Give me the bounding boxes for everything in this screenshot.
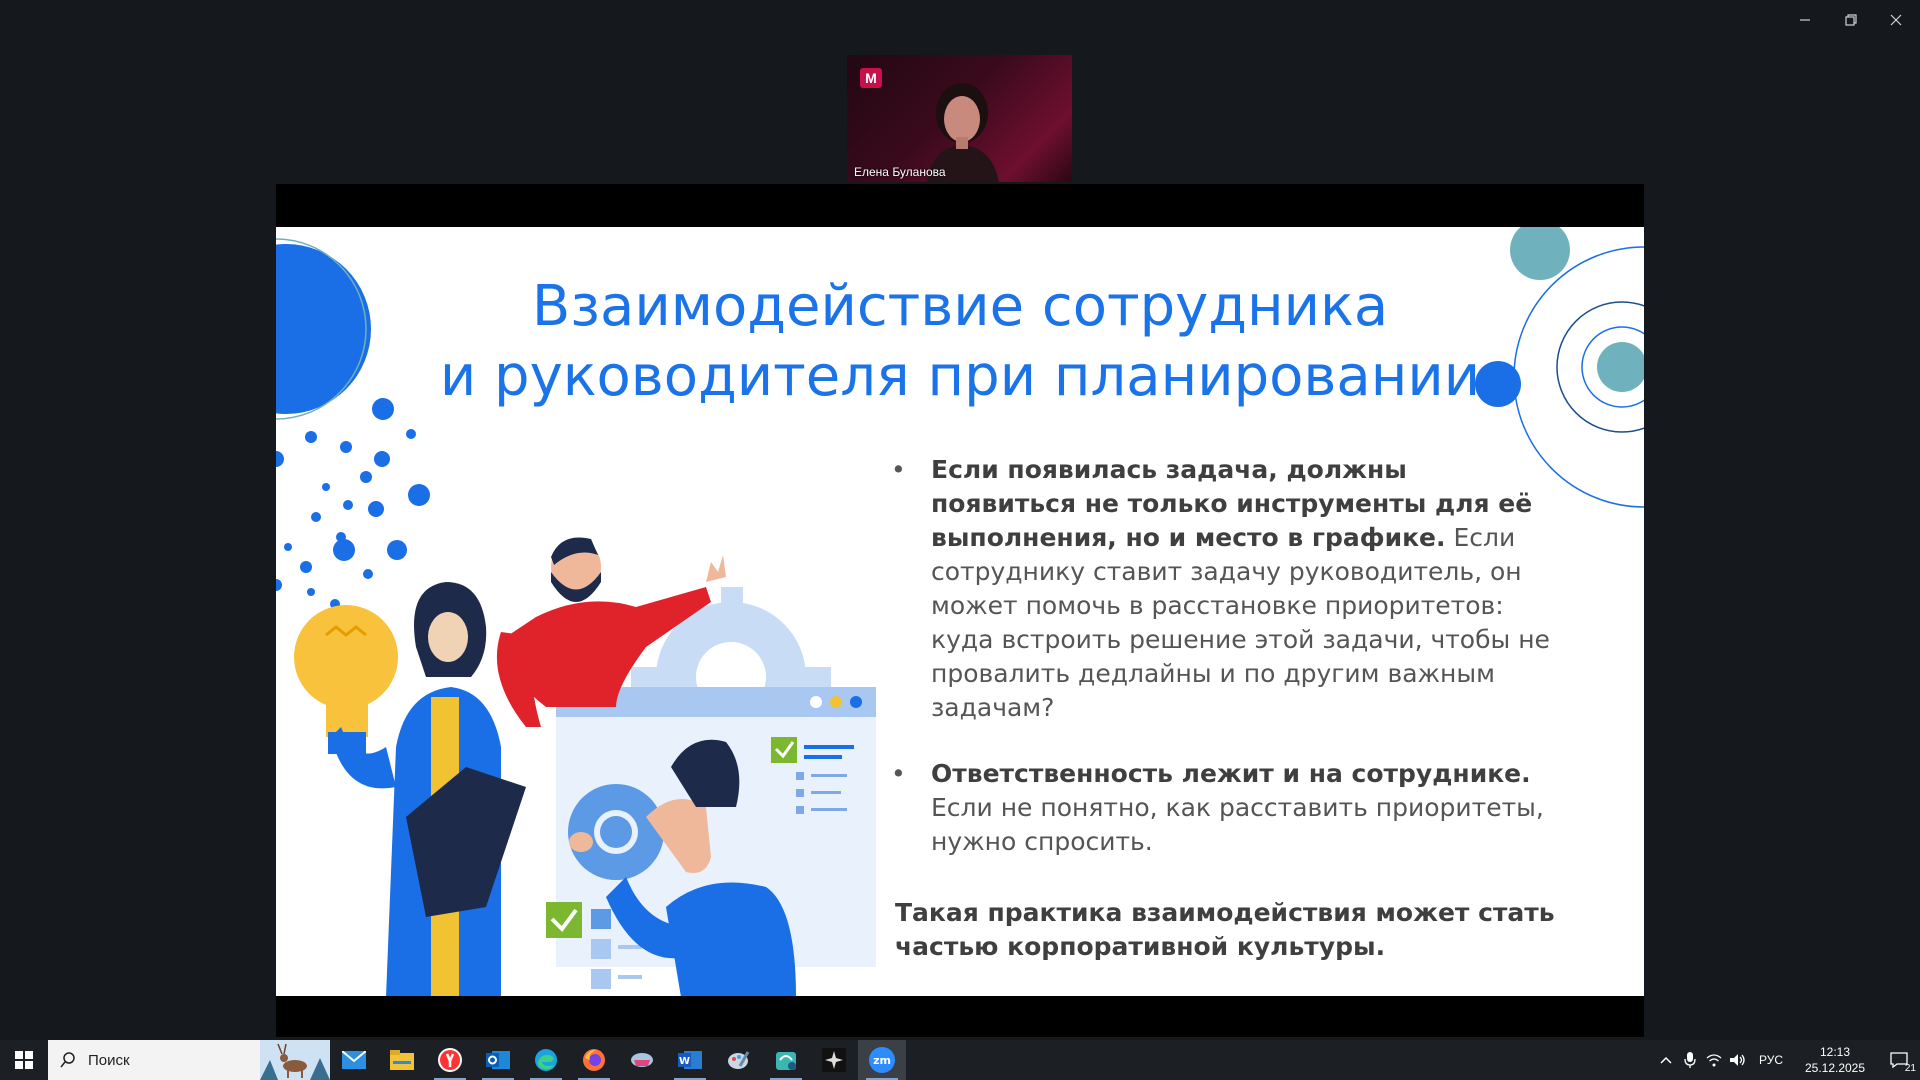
- slide-title: Взаимодействие сотрудника и руководителя…: [439, 274, 1481, 409]
- chevron-up-icon: [1660, 1056, 1672, 1064]
- yandex-browser-icon: [438, 1048, 462, 1072]
- bullet-text: Если не понятно, как расставить приорите…: [931, 793, 1544, 856]
- taskbar-word[interactable]: W: [666, 1040, 714, 1080]
- taskbar-search-box[interactable]: Поиск: [48, 1040, 330, 1080]
- speaker-icon: [1730, 1054, 1745, 1066]
- start-button[interactable]: [0, 1040, 48, 1080]
- participant-name: Елена Буланова: [854, 165, 946, 179]
- outlook-icon: [486, 1051, 510, 1069]
- system-tray: РУС 12:13 25.12.2025 21: [1654, 1040, 1920, 1080]
- participant-video-tile[interactable]: М Елена Буланова: [847, 55, 1072, 182]
- taskbar-store-app[interactable]: [762, 1040, 810, 1080]
- bullet-text: Если сотруднику ставит задачу руководите…: [931, 523, 1550, 722]
- notifications-button[interactable]: 21: [1878, 1040, 1920, 1080]
- bullet-item: • Если появилась задача, должны появитьс…: [891, 455, 1550, 722]
- network-button[interactable]: [1702, 1040, 1726, 1080]
- minimize-icon: [1800, 19, 1810, 21]
- team-illustration: [294, 537, 876, 996]
- dark-app-icon: [822, 1048, 846, 1072]
- taskbar-file-explorer[interactable]: [378, 1040, 426, 1080]
- taskbar-cloud-app[interactable]: [618, 1040, 666, 1080]
- taskbar-zoom[interactable]: zm: [858, 1040, 906, 1080]
- microphone-icon: [1684, 1052, 1696, 1068]
- word-icon: W: [678, 1051, 702, 1069]
- wifi-icon: [1706, 1054, 1722, 1067]
- bullet-bold-text: Ответственность лежит и на сотруднике.: [931, 759, 1531, 788]
- clock[interactable]: 12:13 25.12.2025: [1792, 1044, 1878, 1076]
- restore-button[interactable]: [1832, 8, 1870, 32]
- brand-logo-icon: М: [860, 68, 882, 88]
- store-app-icon: [776, 1052, 796, 1070]
- search-icon: [60, 1052, 75, 1068]
- show-hidden-icons-button[interactable]: [1654, 1040, 1678, 1080]
- zoom-icon: zm: [869, 1047, 895, 1073]
- microphone-button[interactable]: [1678, 1040, 1702, 1080]
- taskbar-outlook[interactable]: [474, 1040, 522, 1080]
- mail-icon: [342, 1051, 366, 1069]
- taskbar-yandex-browser[interactable]: [426, 1040, 474, 1080]
- presentation-slide: Взаимодействие сотрудника и руководителя…: [276, 227, 1644, 996]
- svg-text:zm: zm: [873, 1054, 891, 1067]
- firefox-icon: [583, 1049, 605, 1071]
- file-explorer-icon: [390, 1050, 414, 1070]
- taskbar-paint-app[interactable]: [714, 1040, 762, 1080]
- cloud-app-icon: [631, 1053, 653, 1067]
- search-placeholder: Поиск: [88, 1051, 130, 1069]
- clock-time: 12:13: [1819, 1045, 1851, 1059]
- taskbar-edge[interactable]: [522, 1040, 570, 1080]
- restore-icon: [1845, 14, 1857, 26]
- bullet-item: • Ответственность лежит и на сотруднике.…: [891, 759, 1544, 856]
- notification-count: 21: [1904, 1063, 1916, 1074]
- slide-conclusion: Такая практика взаимодействия может стат…: [895, 898, 1555, 961]
- minimize-button[interactable]: [1786, 8, 1824, 32]
- clock-date: 25.12.2025: [1804, 1061, 1866, 1075]
- edge-icon: [535, 1049, 557, 1071]
- taskbar-dark-app[interactable]: [810, 1040, 858, 1080]
- slide-bullets: • Если появилась задача, должны появитьс…: [891, 453, 1551, 891]
- language-indicator[interactable]: РУС: [1750, 1053, 1792, 1067]
- taskbar-mail[interactable]: [330, 1040, 378, 1080]
- paint-app-icon: [728, 1051, 750, 1069]
- bullet-bold-text: Если появилась задача, должны появиться …: [931, 455, 1533, 552]
- close-icon: [1890, 14, 1902, 26]
- svg-text:W: W: [679, 1056, 690, 1067]
- volume-button[interactable]: [1726, 1040, 1750, 1080]
- taskbar-firefox[interactable]: [570, 1040, 618, 1080]
- close-button[interactable]: [1877, 8, 1915, 32]
- search-highlight-deer-icon: [260, 1040, 330, 1080]
- windows-logo-icon: [15, 1051, 33, 1069]
- taskbar: Поиск W zm: [0, 1040, 1920, 1080]
